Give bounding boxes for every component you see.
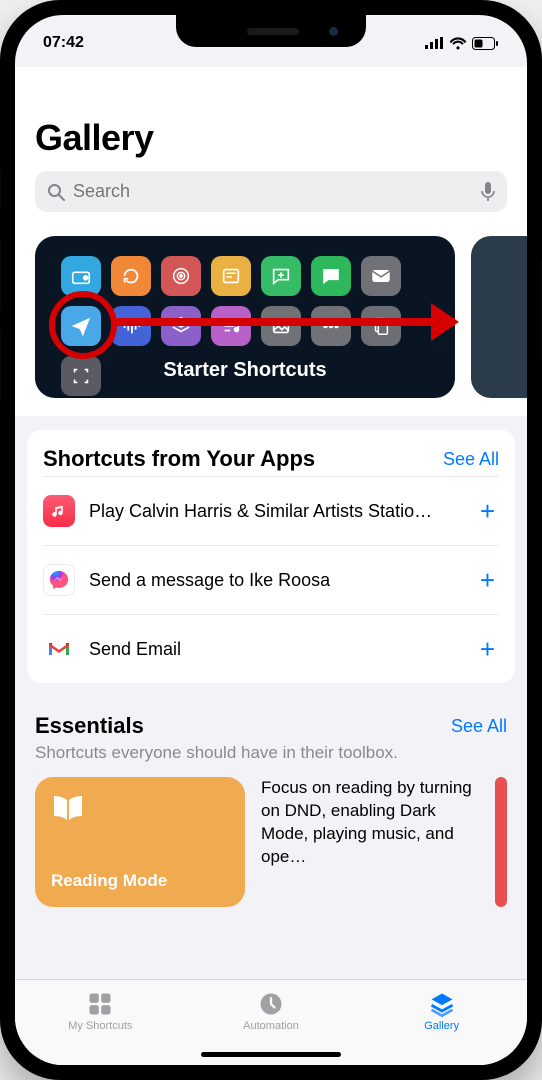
featured-card-next[interactable] [471, 236, 527, 398]
battery-icon [472, 37, 499, 50]
tab-label: My Shortcuts [68, 1020, 132, 1032]
shortcut-row-messenger[interactable]: Send a message to Ike Roosa + [43, 545, 499, 614]
tab-bar: My Shortcuts Automation Gallery [15, 979, 527, 1065]
shortcut-row-gmail[interactable]: Send Email + [43, 614, 499, 683]
apple-music-icon [43, 495, 75, 527]
news-icon [211, 256, 251, 296]
page-title: Gallery [35, 117, 507, 159]
tab-label: Gallery [424, 1020, 459, 1032]
microphone-icon[interactable] [481, 182, 495, 202]
gmail-icon [43, 633, 75, 665]
home-indicator[interactable] [201, 1052, 341, 1057]
wifi-icon [449, 37, 467, 50]
add-message-icon [261, 256, 301, 296]
docs-icon [361, 306, 401, 346]
airplay-icon [161, 256, 201, 296]
refresh-icon [111, 256, 151, 296]
featured-carousel[interactable]: Starter Shortcuts [15, 226, 527, 416]
shortcuts-from-apps-section: Shortcuts from Your Apps See All Play Ca… [27, 430, 515, 683]
cellular-icon [425, 37, 444, 49]
tab-gallery[interactable]: Gallery [356, 980, 527, 1065]
add-button[interactable]: + [476, 496, 499, 527]
see-all-link[interactable]: See All [443, 449, 499, 470]
section-subtitle: Shortcuts everyone should have in their … [35, 743, 507, 763]
featured-card-title: Starter Shortcuts [35, 359, 455, 382]
tab-my-shortcuts[interactable]: My Shortcuts [15, 980, 186, 1065]
photo-icon [261, 306, 301, 346]
messenger-icon [43, 564, 75, 596]
search-input[interactable] [73, 181, 473, 202]
book-icon [51, 793, 229, 823]
radio-icon [61, 256, 101, 296]
featured-card-starter[interactable]: Starter Shortcuts [35, 236, 455, 398]
search-field[interactable] [35, 171, 507, 212]
playlist-icon [211, 306, 251, 346]
shortcut-label: Send Email [89, 639, 462, 660]
essentials-section: Essentials See All Shortcuts everyone sh… [15, 697, 527, 921]
annotation-arrow [115, 318, 455, 326]
dots-icon [311, 306, 351, 346]
shortcut-label: Send a message to Ike Roosa [89, 570, 462, 591]
essentials-card-description: Focus on reading by turning on DND, enab… [261, 777, 479, 907]
message-icon [311, 256, 351, 296]
tab-label: Automation [243, 1020, 299, 1032]
section-title: Essentials [35, 713, 144, 739]
search-icon [47, 183, 65, 201]
section-title: Shortcuts from Your Apps [43, 446, 315, 472]
essentials-card-next[interactable] [495, 777, 507, 907]
essentials-card-reading[interactable]: Reading Mode [35, 777, 245, 907]
audio-wave-icon [111, 306, 151, 346]
add-button[interactable]: + [476, 565, 499, 596]
stack-icon [161, 306, 201, 346]
status-time: 07:42 [43, 34, 84, 52]
add-button[interactable]: + [476, 634, 499, 665]
mail-icon [361, 256, 401, 296]
shortcut-row-music[interactable]: Play Calvin Harris & Similar Artists Sta… [43, 476, 499, 545]
see-all-link[interactable]: See All [451, 716, 507, 737]
essentials-card-title: Reading Mode [51, 871, 229, 891]
annotation-circle [49, 291, 117, 359]
shortcut-label: Play Calvin Harris & Similar Artists Sta… [89, 501, 462, 522]
